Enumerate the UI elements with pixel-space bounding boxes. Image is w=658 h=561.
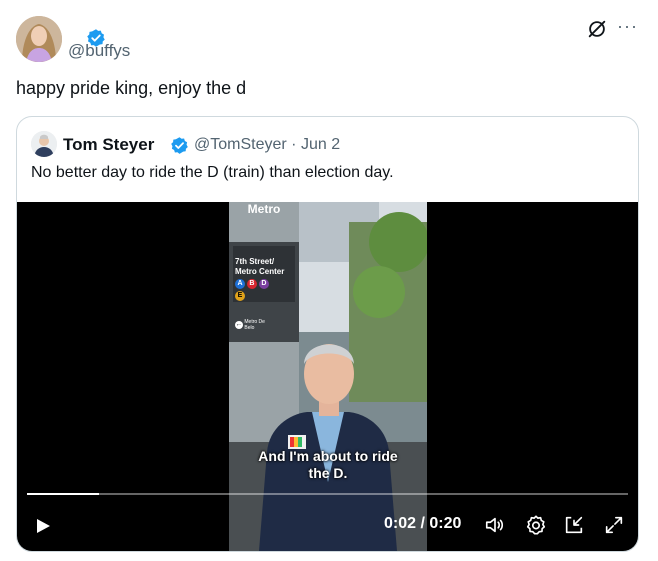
quoted-meta: @TomSteyer · Jun 2 xyxy=(194,136,340,154)
quoted-handle[interactable]: @TomSteyer xyxy=(194,136,287,153)
sign-station-line1: 7th Street/ xyxy=(235,257,275,266)
quoted-avatar[interactable] xyxy=(31,131,57,157)
video-scene xyxy=(229,202,427,551)
quoted-avatar-image xyxy=(31,131,57,157)
more-icon[interactable]: ··· xyxy=(617,16,638,37)
author-handle[interactable]: @buffys xyxy=(68,41,130,61)
quoted-author-name[interactable]: Tom Steyer xyxy=(63,135,154,155)
progress-bar[interactable] xyxy=(27,493,628,495)
sign-title: Metro xyxy=(247,202,281,216)
fullscreen-icon[interactable] xyxy=(603,514,625,536)
quoted-tweet-text: No better day to ride the D (train) than… xyxy=(31,164,394,181)
quoted-verified-badge-icon xyxy=(171,137,188,154)
progress-fill xyxy=(27,493,100,495)
tweet-text: happy pride king, enjoy the d xyxy=(16,78,247,98)
sign-arrow-label: ← Metro De Belo xyxy=(235,319,265,331)
caption-line1: And I'm about to ride xyxy=(258,448,398,464)
sign-station-line2: Metro Center xyxy=(235,267,285,276)
line-a: A xyxy=(235,279,245,289)
sign-station: 7th Street/ Metro Center xyxy=(235,257,284,277)
video-frame: Metro 7th Street/ Metro Center A B D E ←… xyxy=(229,202,427,551)
picture-in-picture-icon[interactable] xyxy=(563,514,585,536)
quoted-tweet[interactable]: Tom Steyer @TomSteyer · Jun 2 No better … xyxy=(16,116,639,552)
sign-arrow-line2: Belo xyxy=(244,325,255,331)
video-caption: And I'm about to ride the D. xyxy=(229,448,427,482)
settings-icon[interactable] xyxy=(525,514,547,536)
arrow-left-icon: ← xyxy=(235,321,243,329)
tweet-header: @buffys ··· xyxy=(16,14,642,64)
quoted-tweet-header: Tom Steyer @TomSteyer · Jun 2 xyxy=(31,131,621,159)
video-player[interactable]: Metro 7th Street/ Metro Center A B D E ←… xyxy=(17,202,638,551)
volume-icon[interactable] xyxy=(484,514,506,536)
line-b: B xyxy=(246,279,257,289)
video-time: 0:02 / 0:20 xyxy=(384,515,462,532)
quoted-date[interactable]: Jun 2 xyxy=(301,136,340,153)
meta-separator: · xyxy=(291,136,297,153)
avatar-image xyxy=(16,16,62,62)
play-icon[interactable] xyxy=(35,518,51,534)
caption-line2: the D. xyxy=(308,465,348,481)
sign-lines: A B D E xyxy=(235,278,269,302)
avatar[interactable] xyxy=(16,16,62,62)
line-e: E xyxy=(235,291,245,301)
grok-icon[interactable] xyxy=(586,18,608,40)
line-d: D xyxy=(258,279,269,289)
video-controls: 0:02 / 0:20 xyxy=(17,510,638,542)
